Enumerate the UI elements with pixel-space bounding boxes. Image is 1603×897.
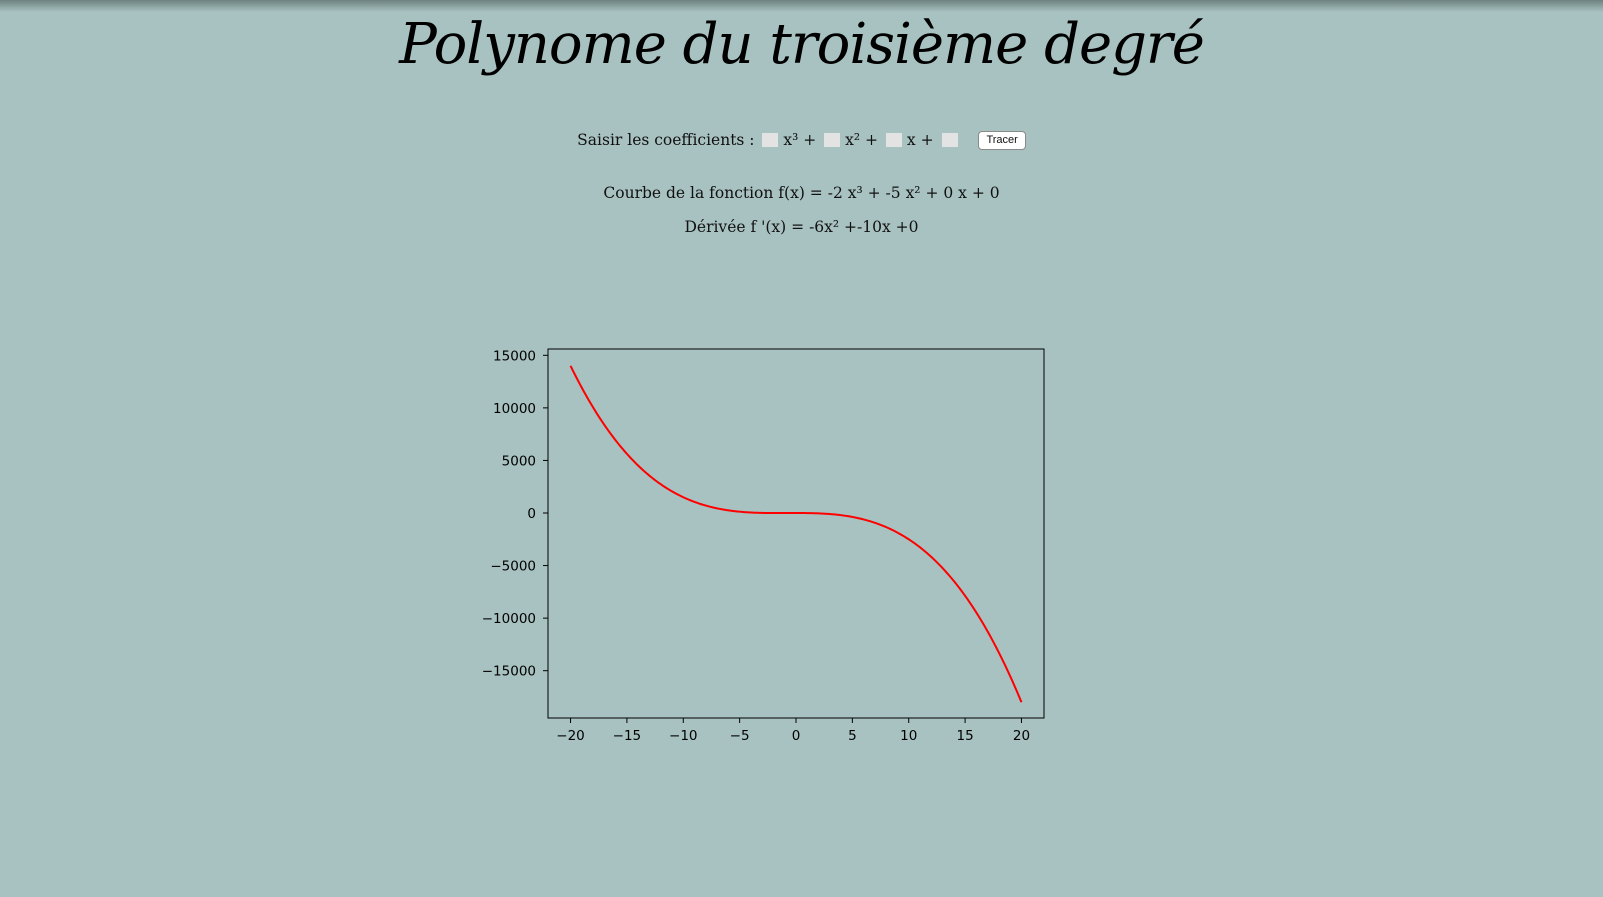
y-tick-label: −5000: [490, 559, 536, 575]
plot-frame: [547, 348, 1045, 719]
x-tick-label: 20: [1013, 728, 1030, 744]
y-tick-label: −15000: [482, 664, 536, 680]
x-tick-label: 10: [900, 728, 917, 744]
y-tick-label: 5000: [502, 453, 536, 469]
x-tick-label: −20: [556, 728, 585, 744]
function-curve: [569, 365, 1023, 703]
function-plot: −20 −15 −10 −5 0 5 10 15 20 15000 10000 5000 0 −5000 −…: [482, 348, 1045, 744]
y-tick-label: 10000: [493, 401, 536, 417]
y-tick-label: −10000: [482, 611, 536, 627]
x-tick-label: −15: [613, 728, 642, 744]
x-tick-label: −10: [669, 728, 698, 744]
x-tick-label: 0: [792, 728, 801, 744]
x-tick-label: 5: [848, 728, 857, 744]
x-tick-label: 15: [956, 728, 973, 744]
x-tick-label: −5: [730, 728, 750, 744]
y-tick-label: 15000: [493, 348, 536, 364]
y-tick-label: 0: [527, 506, 536, 522]
